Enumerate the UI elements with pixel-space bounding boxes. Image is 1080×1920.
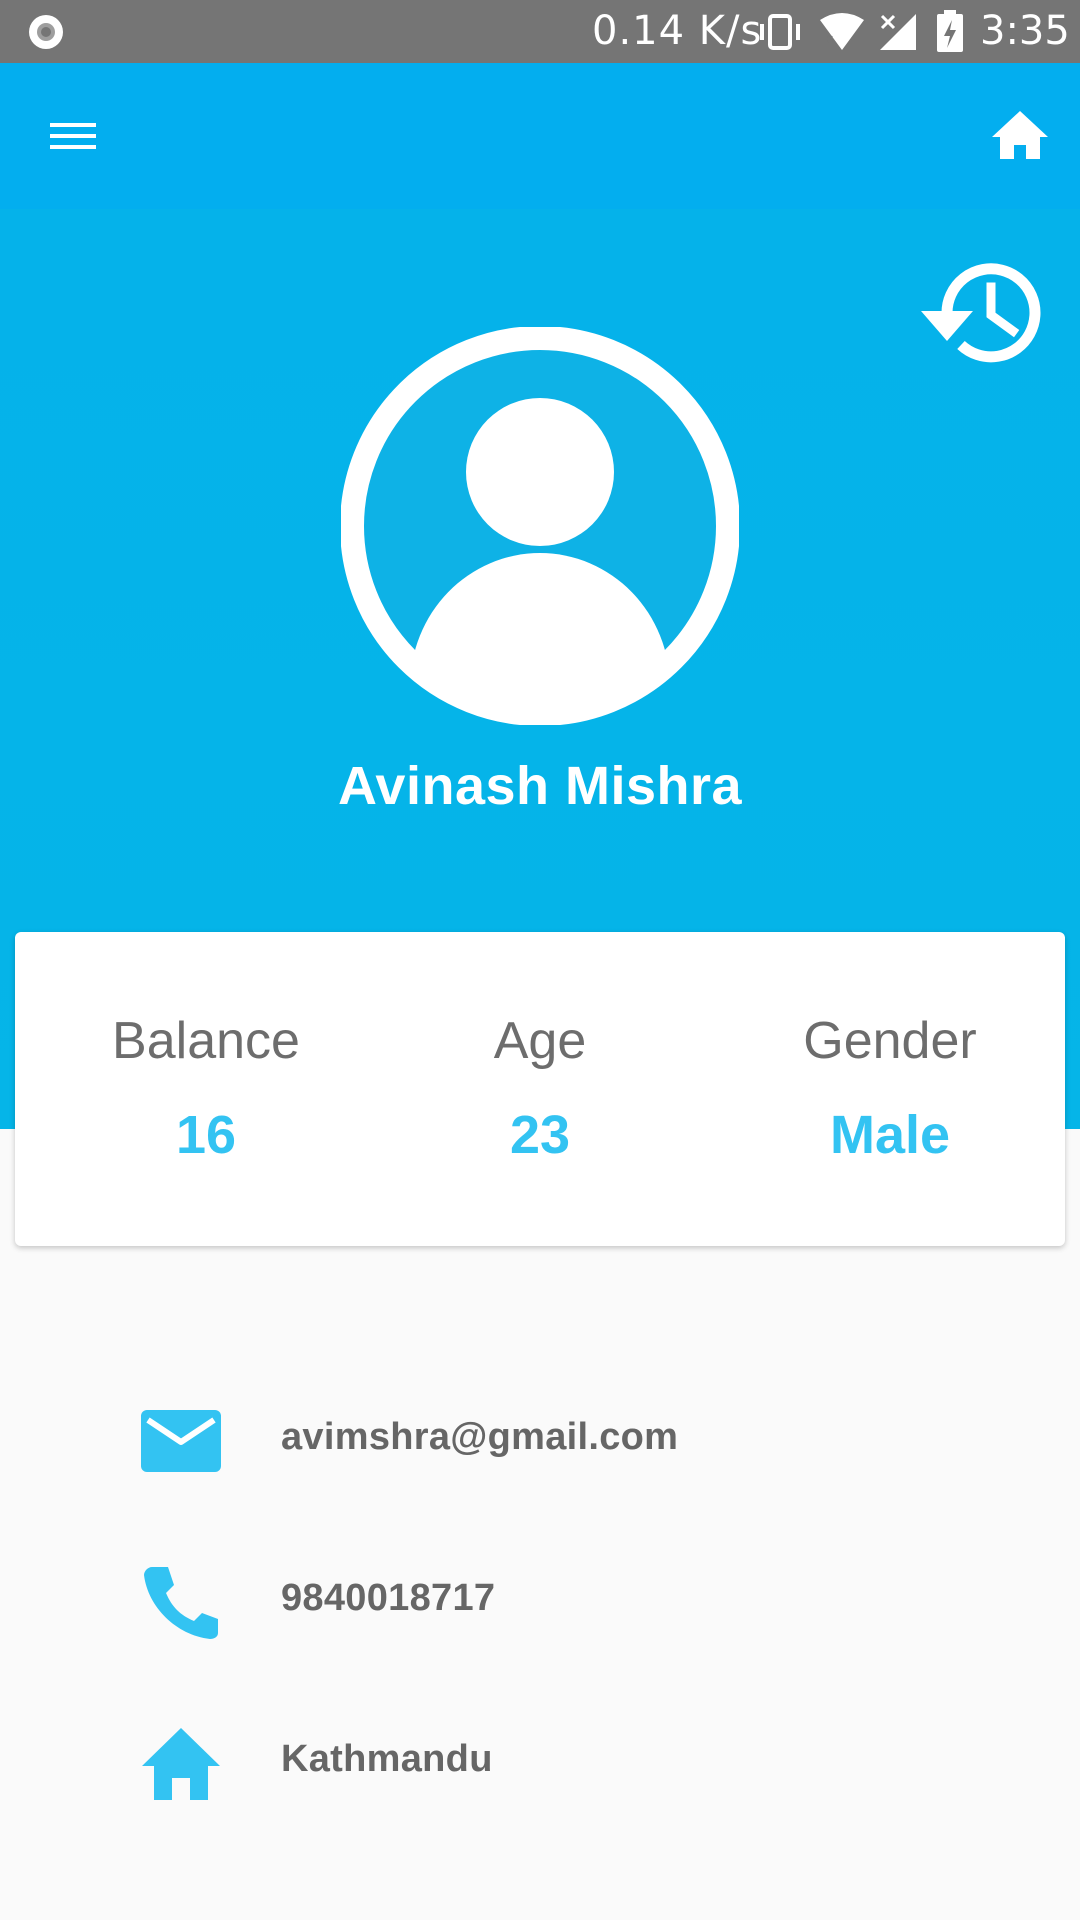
network-speed: 0.14 K/s xyxy=(592,8,763,54)
gender-label: Gender xyxy=(803,1012,977,1070)
vibrate-icon xyxy=(760,14,800,50)
balance-stat: Balance 16 xyxy=(56,1010,356,1166)
profile-screen: 0.14 K/s 3:35 Avinash Mishra Balance 16 … xyxy=(0,0,1080,1920)
stats-card: Balance 16 Age 23 Gender Male xyxy=(15,932,1065,1246)
age-value: 23 xyxy=(509,1105,571,1165)
address-text: Kathmandu xyxy=(281,1738,493,1780)
record-icon xyxy=(29,15,63,49)
email-text: avimshra@gmail.com xyxy=(281,1416,679,1458)
phone-row[interactable]: 9840018717 xyxy=(0,1551,1080,1651)
avatar-account-circle-icon xyxy=(341,327,739,725)
age-label: Age xyxy=(493,1012,587,1070)
address-row[interactable]: Kathmandu xyxy=(0,1712,1080,1812)
profile-name: Avinash Mishra xyxy=(337,756,743,816)
battery-charging-icon xyxy=(937,10,963,52)
wifi-icon xyxy=(820,13,864,50)
history-icon[interactable] xyxy=(913,253,1045,373)
signal-icon xyxy=(880,14,916,50)
email-row[interactable]: avimshra@gmail.com xyxy=(0,1390,1080,1490)
status-bar: 0.14 K/s 3:35 xyxy=(0,0,1080,63)
phone-icon xyxy=(144,1567,218,1639)
balance-value: 16 xyxy=(175,1105,237,1165)
phone-text: 9840018717 xyxy=(281,1577,496,1619)
email-icon xyxy=(141,1410,221,1472)
home-icon[interactable] xyxy=(990,107,1050,163)
gender-value: Male xyxy=(829,1105,951,1165)
status-time: 3:35 xyxy=(980,8,1070,54)
gender-stat: Gender Male xyxy=(740,1010,1040,1166)
hamburger-menu-icon[interactable] xyxy=(40,111,104,161)
home-icon xyxy=(142,1728,220,1800)
age-stat: Age 23 xyxy=(390,1010,690,1166)
balance-label: Balance xyxy=(112,1012,300,1070)
app-bar xyxy=(0,63,1080,209)
